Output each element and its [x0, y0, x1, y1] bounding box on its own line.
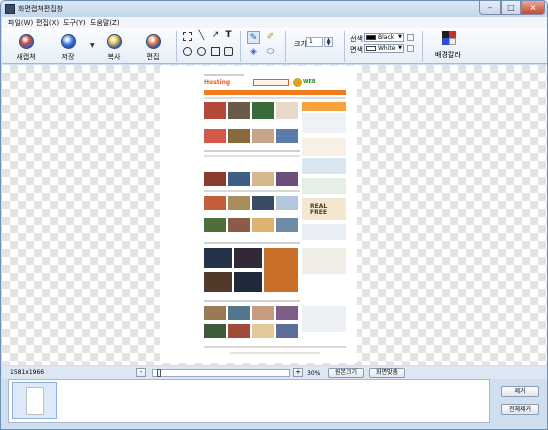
fill-color-swatch: [366, 46, 376, 51]
capture-editor-window: 화면캡쳐편집창 – □ × 파일(W) 편집(X) 도구(Y) 도움말(Z) 새…: [0, 0, 548, 430]
toolbar-separator: [344, 31, 345, 62]
toolbar-separator: [176, 31, 177, 62]
zoom-in-button[interactable]: +: [293, 368, 303, 377]
copy-label: 복사: [107, 53, 121, 61]
menu-help[interactable]: 도움말(Z): [90, 18, 120, 28]
size-label: 크기: [294, 40, 307, 48]
captured-banner-text: REAL FREE: [310, 203, 328, 216]
circle-tool-icon[interactable]: [197, 47, 206, 56]
new-capture-button[interactable]: 새캡쳐: [11, 31, 41, 63]
capture-thumbnail-image: [26, 387, 44, 415]
captured-site-logo: Hosting: [204, 79, 231, 86]
eraser-icon[interactable]: ⬭: [264, 46, 277, 59]
size-input[interactable]: 1: [306, 37, 323, 47]
zoom-out-button[interactable]: -: [136, 368, 146, 377]
fill-color-checkbox[interactable]: [407, 45, 414, 52]
brush-tool-icon[interactable]: ✐: [264, 31, 277, 44]
copy-button[interactable]: 복사: [99, 31, 129, 63]
size-spinner[interactable]: ▲ ▼: [324, 37, 333, 47]
copy-icon: [107, 34, 122, 49]
line-color-label: 선색: [350, 35, 363, 43]
thumbnail-panel: [8, 379, 490, 423]
arrow-tool-icon[interactable]: ↗: [211, 31, 220, 40]
zoom-slider[interactable]: [152, 369, 290, 377]
menu-edit[interactable]: 편집(X): [36, 18, 59, 28]
zoom-slider-handle[interactable]: [157, 369, 161, 377]
line-color-select[interactable]: Black ▼: [364, 33, 404, 42]
title-bar: 화면캡쳐편집창 – □ ×: [1, 1, 547, 17]
rounded-rectangle-tool-icon[interactable]: [224, 47, 233, 56]
menu-file[interactable]: 파일(W): [8, 18, 33, 28]
captured-page-image: Hosting WEB REAL FREE: [160, 66, 357, 363]
line-color-value: Black: [378, 34, 395, 41]
edit-icon: [146, 34, 161, 49]
new-capture-label: 새캡쳐: [16, 53, 36, 61]
remove-button[interactable]: 제거: [501, 386, 539, 397]
pen-tool-icon[interactable]: ✎: [247, 31, 260, 44]
toolbar-separator: [285, 31, 286, 62]
line-tool-icon[interactable]: ╲: [197, 32, 206, 41]
select-rect-tool-icon[interactable]: [183, 32, 192, 41]
minimize-button[interactable]: –: [479, 1, 501, 15]
fit-screen-button[interactable]: 화면맞춤: [369, 368, 405, 378]
menu-bar: 파일(W) 편집(X) 도구(Y) 도움말(Z): [2, 17, 547, 28]
fill-color-label: 면색: [350, 46, 363, 54]
status-bar: 1581x1966 - + 30% 원본크기 화면맞춤: [2, 366, 547, 379]
close-button[interactable]: ×: [521, 1, 545, 15]
app-icon: [5, 4, 15, 14]
remove-all-button[interactable]: 전체제거: [501, 404, 539, 415]
text-tool-icon[interactable]: T: [224, 31, 233, 40]
captured-site-brand: WEB: [303, 79, 316, 85]
window-title: 화면캡쳐편집창: [18, 5, 64, 13]
rectangle-tool-icon[interactable]: [211, 47, 220, 56]
toolbar-separator: [422, 31, 423, 62]
chevron-down-icon: ▼: [398, 45, 402, 51]
chevron-down-icon: ▼: [398, 34, 402, 40]
maximize-button[interactable]: □: [501, 1, 521, 15]
background-color-label[interactable]: 배경칼라: [435, 50, 461, 60]
background-color-icon[interactable]: [442, 31, 456, 45]
image-dimensions: 1581x1966: [10, 369, 45, 376]
fill-bucket-icon[interactable]: ◈: [247, 46, 260, 59]
save-button[interactable]: 저장: [53, 31, 83, 63]
canvas-area[interactable]: Hosting WEB REAL FREE: [2, 65, 547, 365]
capture-thumbnail[interactable]: [12, 382, 57, 419]
ellipse-tool-icon[interactable]: [183, 47, 192, 56]
toolbar-separator: [240, 31, 241, 62]
save-label: 저장: [61, 53, 75, 61]
menu-tools[interactable]: 도구(Y): [63, 18, 86, 28]
line-color-swatch: [366, 35, 376, 40]
edit-button[interactable]: 편집: [138, 31, 168, 63]
zoom-value: 30%: [307, 370, 321, 377]
line-color-checkbox[interactable]: [407, 34, 414, 41]
fill-color-value: White: [378, 45, 396, 52]
new-capture-icon: [19, 34, 34, 49]
fill-color-select[interactable]: White ▼: [364, 44, 404, 53]
save-icon: [61, 34, 76, 49]
original-size-button[interactable]: 원본크기: [328, 368, 364, 378]
edit-label: 편집: [146, 53, 160, 61]
toolbar: 새캡쳐 저장 ▼ 복사 편집 ╲ ↗ T ✎ ✐ ◈ ⬭: [2, 28, 547, 64]
save-dropdown-icon[interactable]: ▼: [90, 42, 95, 49]
